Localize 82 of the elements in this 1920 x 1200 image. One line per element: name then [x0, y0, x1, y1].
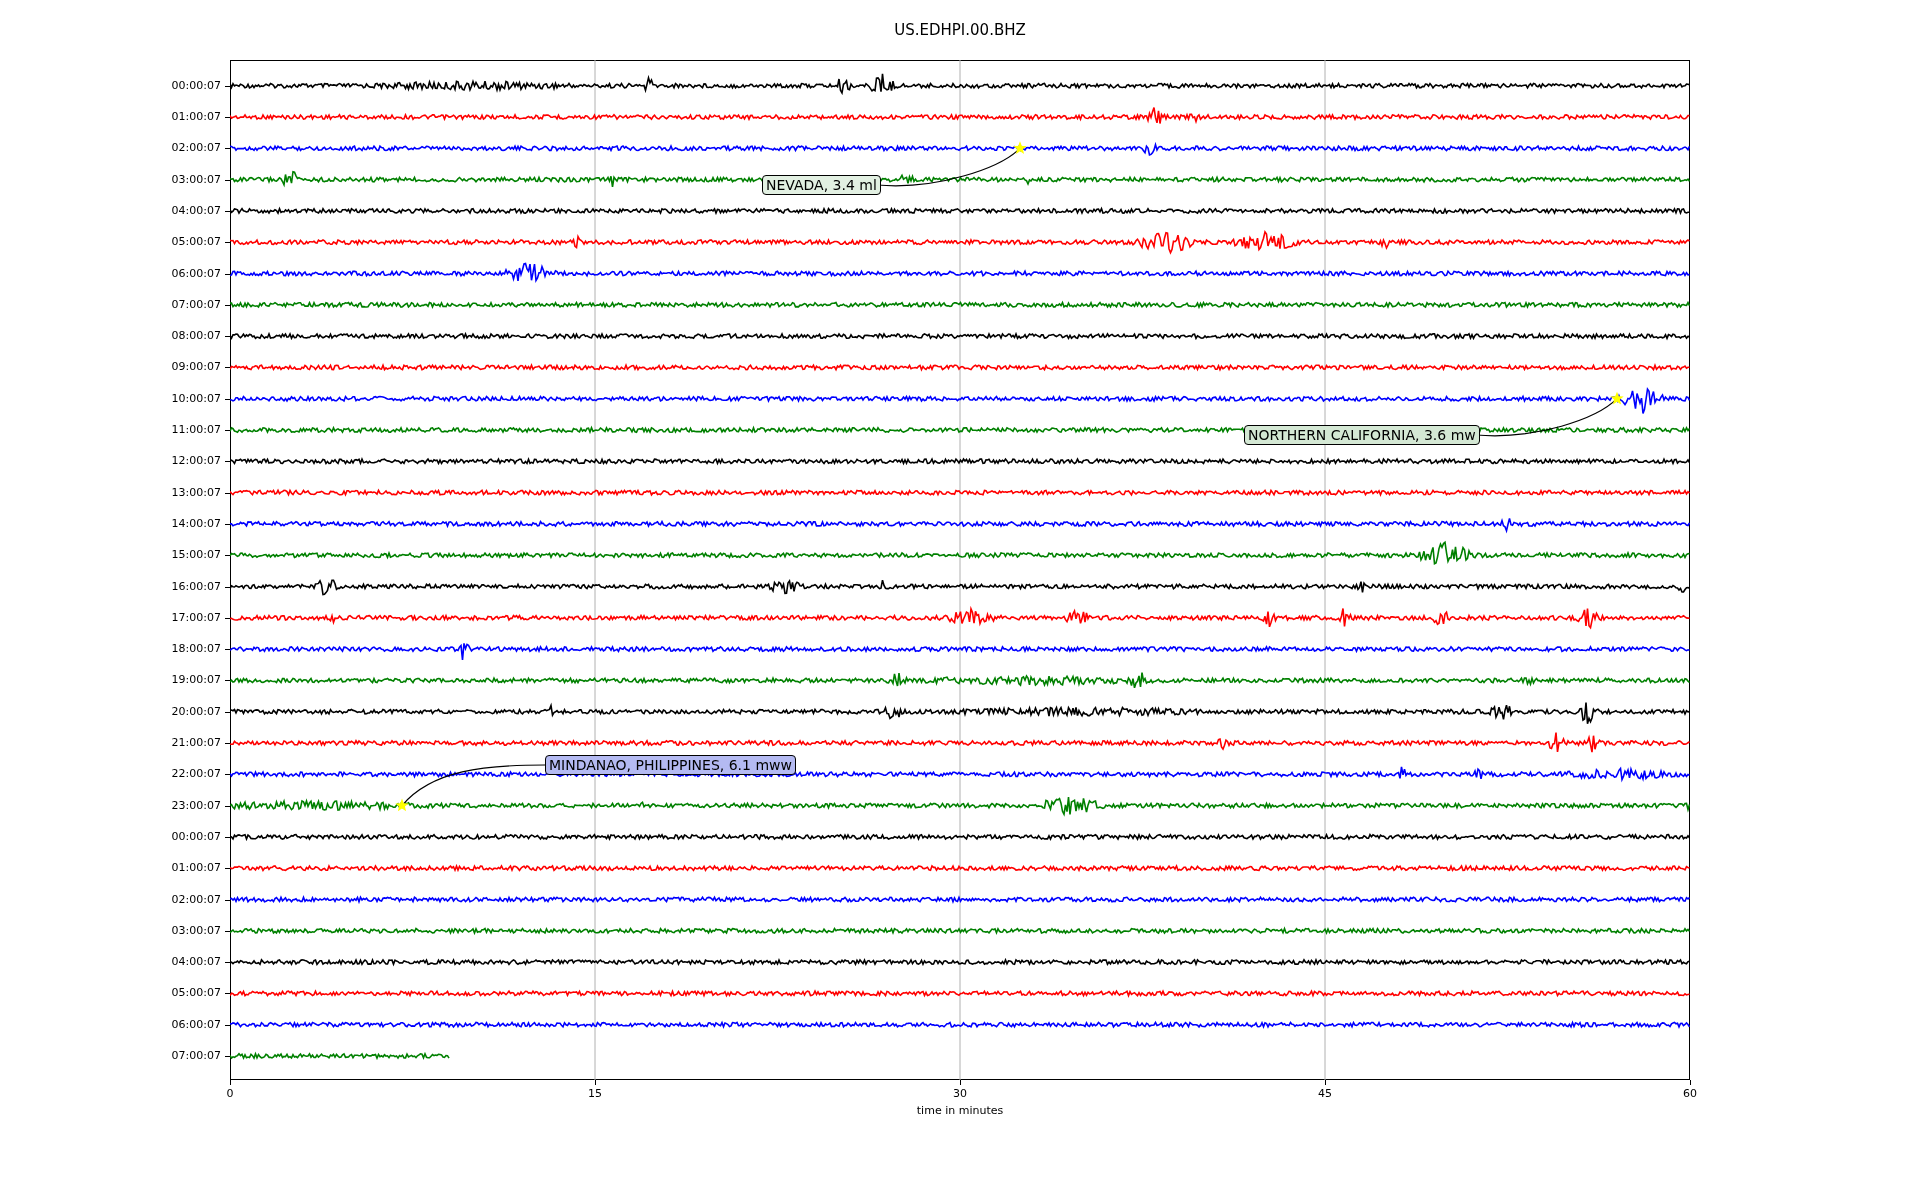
star-icon [395, 798, 409, 812]
tick-mark [225, 430, 230, 431]
tick-mark [225, 179, 230, 181]
row-time-label: 17:00:07 [171, 610, 221, 625]
row-time-label: 02:00:07 [171, 892, 221, 907]
row-time-label: 12:00:07 [171, 454, 221, 469]
row-time-label: 10:00:07 [171, 391, 221, 406]
row-time-label: 02:00:07 [171, 141, 221, 156]
tick-mark [225, 461, 230, 463]
tick-mark [225, 930, 230, 932]
row-time-label: 01:00:07 [171, 861, 221, 876]
event-annotation: NEVADA, 3.4 ml [762, 175, 881, 195]
tick-mark [225, 774, 230, 776]
tick-mark [225, 117, 230, 118]
tick-mark [225, 85, 230, 87]
event-annotation: MINDANAO, PHILIPPINES, 6.1 mww [545, 755, 796, 775]
tick-mark [225, 555, 230, 557]
tick-mark [225, 711, 230, 713]
plot-title: US.EDHPI.00.BHZ [894, 20, 1026, 40]
row-time-label: 21:00:07 [171, 736, 221, 750]
row-time-label: 04:00:07 [171, 203, 221, 218]
tick-mark [225, 586, 230, 588]
row-time-label: 07:00:07 [171, 297, 221, 312]
row-time-label: 05:00:07 [171, 235, 221, 250]
row-time-label: 04:00:07 [171, 955, 221, 970]
row-time-label: 08:00:07 [171, 329, 221, 344]
x-tick-label: 0 [226, 1087, 234, 1101]
row-time-label: 03:00:07 [171, 172, 221, 187]
star-icon [1013, 141, 1027, 154]
row-time-label: 03:00:07 [171, 923, 221, 938]
tick-mark [225, 148, 230, 150]
row-time-label: 13:00:07 [171, 485, 221, 500]
tick-mark [225, 1056, 230, 1057]
row-time-label: 00:00:07 [171, 829, 221, 844]
tick-mark [1324, 1080, 1326, 1085]
tick-mark [225, 649, 230, 651]
tick-mark [225, 868, 230, 870]
row-time-label: 19:00:07 [171, 673, 221, 688]
event-annotation: NORTHERN CALIFORNIA, 3.6 mw [1244, 425, 1480, 445]
row-time-label: 15:00:07 [171, 548, 221, 563]
tick-mark [225, 210, 230, 212]
row-time-label: 09:00:07 [171, 360, 221, 375]
x-tick-label: 15 [588, 1087, 602, 1101]
tick-mark [225, 836, 230, 838]
x-tick-label: 30 [953, 1087, 967, 1101]
tick-mark [225, 805, 230, 807]
tick-mark [225, 743, 230, 744]
tick-mark [225, 398, 230, 400]
row-time-label: 22:00:07 [171, 767, 221, 782]
tick-mark [225, 1024, 230, 1026]
x-tick-label: 60 [1683, 1087, 1697, 1101]
tick-mark [225, 367, 230, 369]
tick-mark [225, 336, 230, 338]
tick-mark [225, 680, 230, 682]
tick-mark [225, 617, 230, 619]
row-time-label: 05:00:07 [171, 986, 221, 1001]
x-tick-label: 45 [1318, 1087, 1332, 1101]
x-axis-label: time in minutes [916, 1104, 1004, 1118]
tick-mark [1689, 1080, 1691, 1085]
tick-mark [959, 1080, 961, 1085]
row-time-label: 20:00:07 [171, 704, 221, 719]
tick-mark [225, 962, 230, 964]
tick-mark [225, 899, 230, 901]
row-time-label: 11:00:07 [171, 423, 221, 437]
row-time-label: 06:00:07 [171, 266, 221, 281]
row-time-label: 01:00:07 [171, 110, 221, 124]
row-time-label: 18:00:07 [171, 642, 221, 657]
row-time-label: 16:00:07 [171, 579, 221, 594]
row-time-label: 23:00:07 [171, 798, 221, 813]
star-icon [1610, 391, 1624, 405]
row-time-label: 00:00:07 [171, 78, 221, 93]
tick-mark [229, 1080, 231, 1085]
tick-mark [225, 273, 230, 275]
tick-mark [225, 492, 230, 494]
tick-mark [225, 242, 230, 244]
tick-mark [594, 1080, 596, 1085]
tick-mark [225, 523, 230, 525]
row-time-label: 07:00:07 [171, 1049, 221, 1063]
row-time-label: 06:00:07 [171, 1017, 221, 1032]
tick-mark [225, 993, 230, 995]
row-time-label: 14:00:07 [171, 516, 221, 531]
tick-mark [225, 304, 230, 306]
